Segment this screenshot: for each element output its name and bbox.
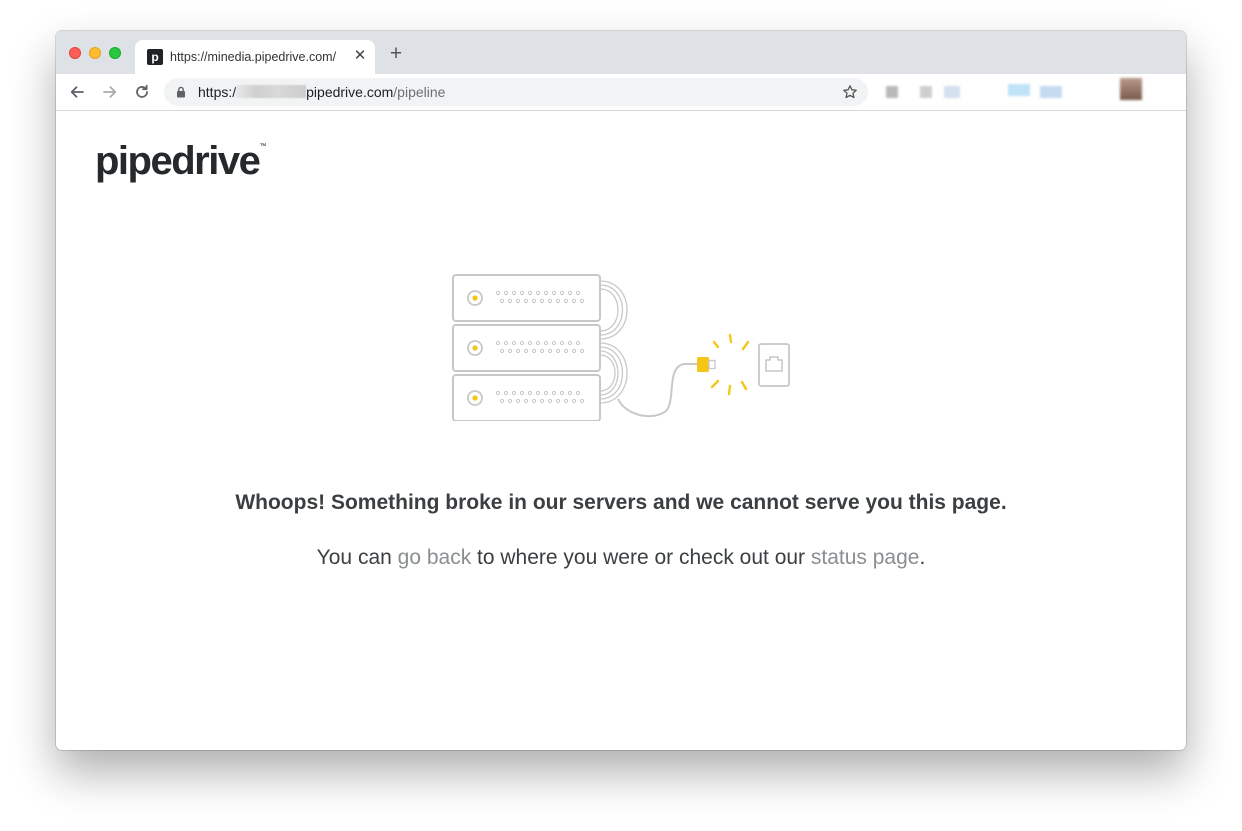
address-bar[interactable]: https:/ pipedrive.com/pipeline [164, 78, 868, 106]
new-tab-button[interactable]: + [385, 43, 407, 65]
blurred-extension-icon[interactable] [944, 86, 960, 98]
blurred-extension-icon[interactable] [920, 86, 932, 98]
extensions-area [868, 74, 1186, 110]
arrow-left-icon [70, 86, 84, 98]
cable-plug-icon [697, 357, 709, 372]
broken-server-illustration [452, 274, 790, 421]
subline-text: . [919, 546, 926, 569]
url-text: https:/ pipedrive.com/pipeline [198, 84, 445, 100]
go-back-link[interactable]: go back [398, 546, 472, 569]
blurred-extension-icon[interactable] [1008, 84, 1030, 96]
close-window-button[interactable] [69, 47, 81, 59]
status-page-link[interactable]: status page [811, 546, 920, 569]
blurred-extension-icon[interactable] [886, 86, 898, 98]
error-headline: Whoops! Something broke in our servers a… [235, 491, 1007, 514]
lock-icon [177, 86, 185, 98]
subline-text: to where you were or check out our [471, 546, 811, 569]
error-subline: You can go back to where you were or che… [56, 546, 1186, 570]
url-scheme: https:/ [198, 84, 237, 100]
tab-title: https://minedia.pipedrive.com/ [170, 50, 337, 64]
tab-pipedrive[interactable]: p https://minedia.pipedrive.com/ ✕ [135, 40, 375, 74]
logo-text: pipedrive [95, 139, 261, 183]
browser-window: p https://minedia.pipedrive.com/ ✕ + htt… [56, 31, 1186, 750]
unplugged-cable-icon [617, 363, 698, 418]
back-button[interactable] [66, 81, 88, 103]
url-path: /pipeline [393, 84, 446, 100]
pipedrive-logo[interactable]: pipedrive™ [95, 139, 266, 184]
zoom-window-button[interactable] [109, 47, 121, 59]
logo-trademark: ™ [259, 143, 267, 150]
blurred-extension-icon[interactable] [1040, 86, 1062, 98]
redacted-url-segment [236, 85, 307, 98]
bookmark-star-icon[interactable] [841, 83, 859, 101]
subline-text: You can [316, 546, 398, 569]
blurred-avatar[interactable] [1120, 78, 1142, 100]
reload-button[interactable] [131, 81, 153, 103]
spark-icon [710, 333, 750, 396]
forward-button[interactable] [99, 81, 121, 103]
tab-close-icon[interactable]: ✕ [351, 47, 369, 65]
pipedrive-favicon-icon: p [147, 49, 163, 65]
server-unit-icon [452, 324, 601, 372]
reload-icon [136, 84, 148, 98]
server-unit-icon [452, 274, 601, 322]
tab-strip: p https://minedia.pipedrive.com/ ✕ + [56, 31, 1186, 74]
cable-bundle-icon [599, 280, 628, 404]
minimize-window-button[interactable] [89, 47, 101, 59]
arrow-right-icon [103, 86, 117, 98]
url-host: pipedrive.com [306, 84, 394, 100]
wall-socket-icon [758, 343, 790, 387]
browser-toolbar: https:/ pipedrive.com/pipeline [56, 74, 1186, 111]
server-unit-icon [452, 374, 601, 421]
